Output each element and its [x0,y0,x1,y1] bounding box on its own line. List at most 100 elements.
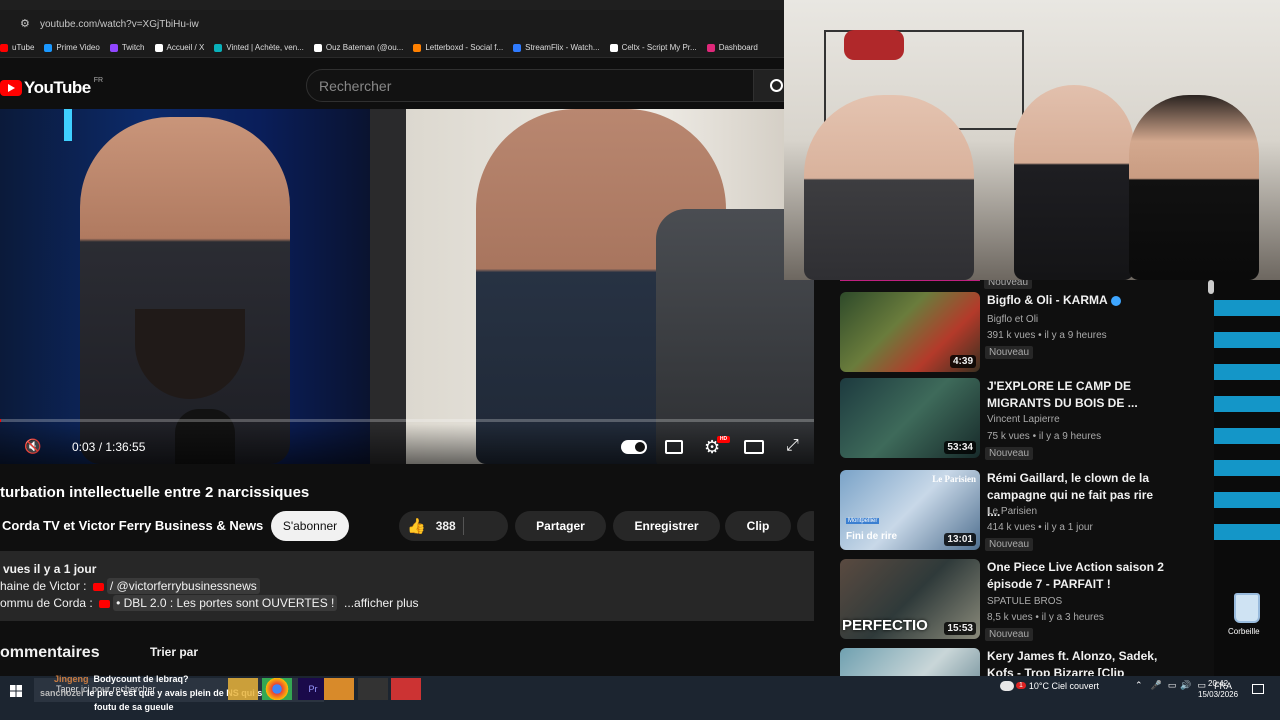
browser-tab-strip [0,0,784,10]
video-thumbnail[interactable]: Le Parisien Montpellier Fini de rire 13:… [840,470,980,550]
video-thumbnail[interactable] [840,648,980,676]
address-bar[interactable]: ⚙ youtube.com/watch?v=XGjTbiHu-iw [0,10,784,38]
wallpaper-stripe [1214,428,1280,444]
autoplay-toggle[interactable] [621,440,647,454]
show-more-link[interactable]: ...afficher plus [344,596,418,610]
app-icon[interactable] [391,678,421,700]
sort-comments-button[interactable]: Trier par [150,645,198,659]
mute-icon[interactable]: 🔇 [24,438,46,456]
weather-cloud-icon[interactable] [1000,680,1014,691]
streamer-person-1 [804,95,974,280]
thumbnail-overlay-caption: Fini de rire [846,531,898,542]
windows-start-icon[interactable] [10,684,22,697]
share-button[interactable]: Partager [515,511,606,541]
bookmark-favicon-icon [0,43,8,52]
site-settings-icon[interactable]: ⚙ [20,18,32,30]
description-box[interactable]: vues il y a 1 jour haine de Victor : / @… [0,551,827,621]
chrome-icon[interactable] [262,678,292,700]
recycle-bin-icon[interactable] [1234,593,1260,623]
url-text[interactable]: youtube.com/watch?v=XGjTbiHu-iw [40,19,199,30]
duration-badge: 53:34 [944,441,976,454]
bookmark-favicon-icon [109,43,118,52]
thumbnail-overlay-caption: PERFECTIO [842,617,928,634]
recommendation-views: 391 k vues • il y a 9 heures [987,330,1107,341]
recommendation-channel[interactable]: Vincent Lapierre [987,414,1060,425]
subtitles-icon[interactable] [665,440,683,454]
progress-bar[interactable] [0,419,814,422]
dbl-link[interactable]: • DBL 2.0 : Les portes sont OUVERTES ! [113,595,338,611]
youtube-mini-icon [92,582,104,591]
recommendation-title[interactable]: J'EXPLORE LE CAMP DE MIGRANTS DU BOIS DE… [987,378,1167,412]
microphone-icon[interactable]: 🎤 [1151,680,1162,691]
video-thumbnail[interactable]: 4:39 [840,292,980,372]
recommendation-item[interactable]: Le Parisien Montpellier Fini de rire 13:… [840,470,1214,554]
recommendation-channel[interactable]: Le Parisien [987,506,1037,517]
description-line-2: haine de Victor : / @victorferrybusiness… [0,578,260,594]
weather-text[interactable]: 10°C Ciel couvert [1029,681,1099,691]
victor-channel-link[interactable]: / @victorferrybusinessnews [106,578,260,594]
bookmark-favicon-icon [214,43,223,52]
bookmark-item[interactable]: Letterboxd - Social f... [413,43,503,52]
video-thumbnail[interactable]: 53:34 [840,378,980,458]
bookmark-item[interactable]: Vinted | Achète, ven... [214,43,304,52]
new-badge: Nouveau [985,346,1034,359]
video-left-panel [0,109,370,464]
recommendation-item[interactable]: 53:34 J'EXPLORE LE CAMP DE MIGRANTS DU B… [840,378,1214,462]
clock-time: 20:42 [1208,679,1229,688]
recommendation-channel[interactable]: Bigflo et Oli [987,314,1038,325]
wallpaper-stripe [1214,364,1280,380]
obs-icon[interactable] [358,678,388,700]
bookmark-favicon-icon [154,43,163,52]
bookmark-item[interactable]: uTube [0,43,34,52]
recommendation-channel[interactable]: SPATULE BROS [987,596,1062,607]
taskbar-clock[interactable]: 20:42 15/03/2026 [1198,678,1238,700]
bookmark-item[interactable]: Twitch [109,43,145,52]
bookmark-favicon-icon [313,43,322,52]
bookmark-label: Celtx - Script My Pr... [621,43,697,52]
video-player[interactable] [0,109,814,464]
bookmark-label: Prime Video [56,43,100,52]
wallpaper-stripe [1214,460,1280,476]
recommendation-item[interactable]: PERFECTIO 15:53 One Piece Live Action sa… [840,559,1214,643]
new-badge: Nouveau [985,628,1034,641]
theater-mode-icon[interactable] [744,440,764,454]
bookmark-item[interactable]: StreamFlix - Watch... [513,43,600,52]
recommendation-item[interactable]: Kery James ft. Alonzo, Sadek, Kofs - Tro… [840,648,1214,676]
bookmark-item[interactable]: Dashboard [706,43,758,52]
chrome-active-icon[interactable] [324,678,354,700]
chevron-up-icon[interactable]: ⌃ [1135,680,1143,691]
like-button[interactable]: 👍 388 [399,511,508,541]
description-line-3: ommu de Corda : • DBL 2.0 : Les portes s… [0,595,419,611]
recommendation-title[interactable]: Kery James ft. Alonzo, Sadek, Kofs - Tro… [987,648,1167,676]
network-icon[interactable]: ▭ [1168,680,1177,691]
bookmark-item[interactable]: Celtx - Script My Pr... [609,43,697,52]
youtube-logo[interactable]: YouTube FR [0,77,103,98]
file-explorer-icon[interactable] [228,678,258,700]
video-thumbnail[interactable]: PERFECTIO 15:53 [840,559,980,639]
description-meta: vues il y a 1 jour [3,562,97,576]
bookmark-label: Letterboxd - Social f... [425,43,504,52]
recommendation-title[interactable]: Bigflo & Oli - KARMA [987,292,1167,309]
search-input[interactable]: Rechercher [306,69,754,102]
fullscreen-icon[interactable]: ⤢ [786,437,799,455]
bookmark-item[interactable]: Ouz Bateman (@ou... [313,43,403,52]
save-button[interactable]: Enregistrer [613,511,720,541]
bookmark-item[interactable]: Accueil / X [154,43,204,52]
new-badge: Nouveau [985,538,1034,551]
bookmark-favicon-icon [413,43,422,52]
new-badge: Nouveau [985,447,1034,460]
prev-thumb-edge [840,280,980,281]
description-line-2-prefix: haine de Victor : [0,579,87,593]
clip-button[interactable]: Clip [725,511,791,541]
notifications-icon[interactable] [1252,684,1264,694]
recommendation-item[interactable]: 4:39 Bigflo & Oli - KARMA Bigflo et Oli … [840,292,1214,376]
bookmark-item[interactable]: Prime Video [44,43,100,52]
volume-icon[interactable]: 🔊 [1180,680,1191,691]
youtube-logo-text: YouTube [24,78,91,97]
thumbnail-overlay-location: Montpellier [846,518,880,524]
subscribe-button[interactable]: S'abonner [271,511,349,541]
recycle-bin-label[interactable]: Corbeille [1228,627,1260,636]
bookmark-favicon-icon [609,43,618,52]
channel-name[interactable]: Corda TV et Victor Ferry Business & News [2,518,263,533]
recommendation-title[interactable]: One Piece Live Action saison 2 épisode 7… [987,559,1167,593]
